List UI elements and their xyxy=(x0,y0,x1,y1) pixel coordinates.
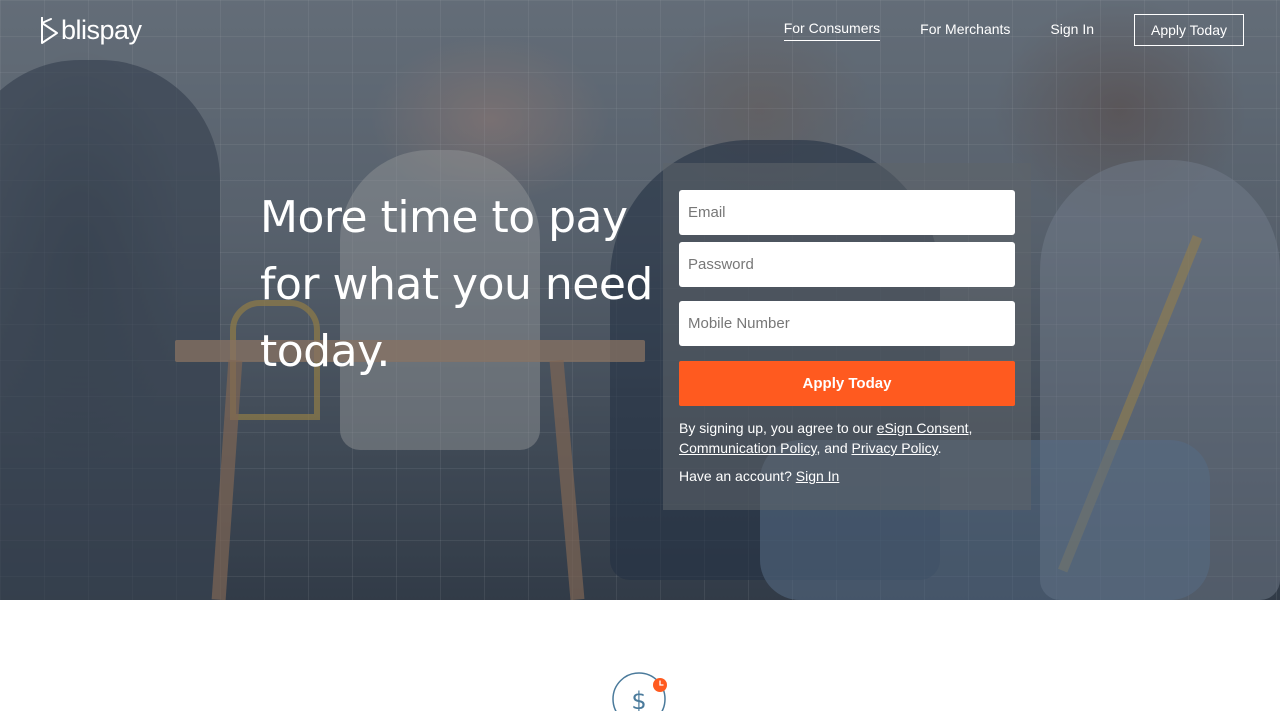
legal-prefix: By signing up, you agree to our xyxy=(679,420,877,436)
password-field[interactable] xyxy=(679,242,1015,287)
email-field[interactable] xyxy=(679,190,1015,235)
legal-and: , and xyxy=(816,440,852,456)
dollar-clock-icon: $ xyxy=(612,672,667,711)
mobile-number-field[interactable] xyxy=(679,301,1015,346)
account-prompt: Have an account? xyxy=(679,468,796,484)
brand-name: blispay xyxy=(61,15,142,45)
blispay-logo-icon xyxy=(41,17,58,44)
nav-for-consumers[interactable]: For Consumers xyxy=(783,19,881,41)
top-nav: For Consumers For Merchants Sign In Appl… xyxy=(744,14,1244,46)
apply-today-button[interactable]: Apply Today xyxy=(679,361,1015,406)
privacy-policy-link[interactable]: Privacy Policy xyxy=(852,440,938,456)
nav-for-merchants[interactable]: For Merchants xyxy=(920,20,1010,41)
legal-text: By signing up, you agree to our eSign Co… xyxy=(679,418,1019,458)
legal-comma: , xyxy=(968,420,973,436)
esign-consent-link[interactable]: eSign Consent xyxy=(877,420,969,436)
form-sign-in-link[interactable]: Sign In xyxy=(796,468,840,484)
svg-text:$: $ xyxy=(631,687,646,711)
communication-policy-link[interactable]: Communication Policy xyxy=(679,440,816,456)
legal-period: . xyxy=(937,440,942,456)
brand-logo[interactable]: blispay xyxy=(40,14,142,46)
hero-section: blispay For Consumers For Merchants Sign… xyxy=(0,0,1280,600)
signup-form: Apply Today By signing up, you agree to … xyxy=(663,163,1031,510)
nav-apply-today-button[interactable]: Apply Today xyxy=(1134,14,1244,46)
have-account-text: Have an account? Sign In xyxy=(679,466,839,486)
nav-sign-in[interactable]: Sign In xyxy=(1050,20,1094,41)
hero-headline: More time to pay for what you need today… xyxy=(260,192,653,377)
